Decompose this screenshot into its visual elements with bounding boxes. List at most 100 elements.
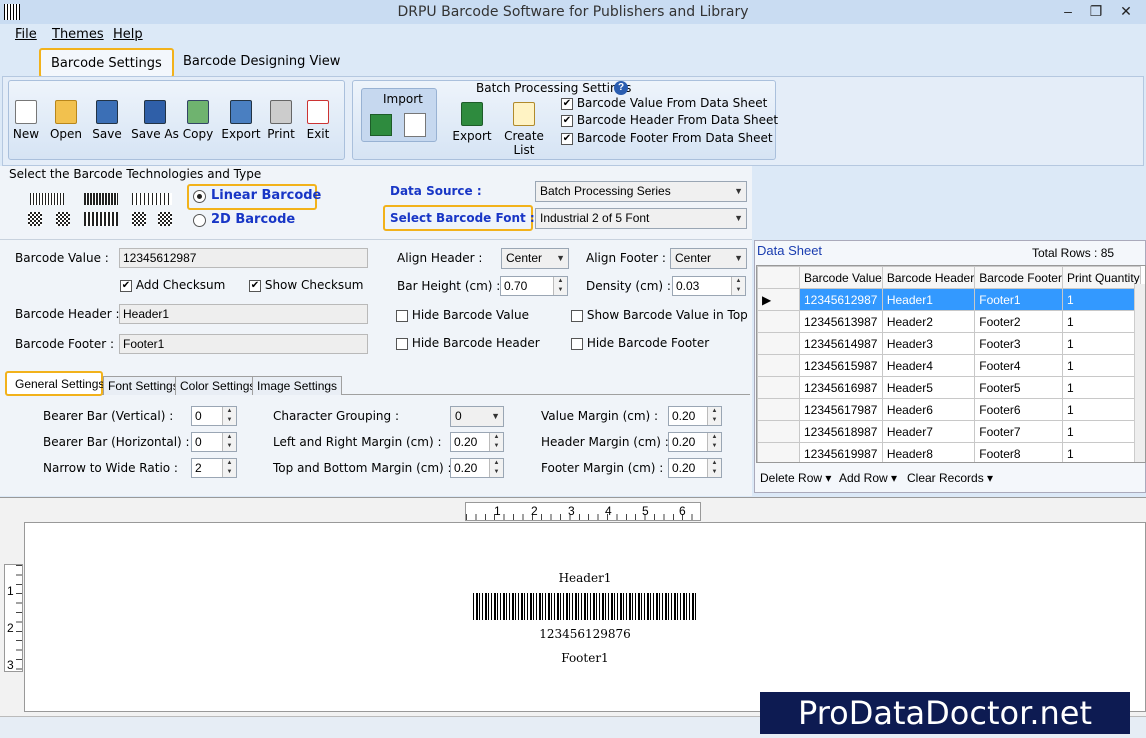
menu-help[interactable]: Help: [113, 27, 143, 42]
tab-image-settings[interactable]: Image Settings: [252, 376, 343, 395]
spin-arrows-icon: ▲ ▼: [553, 277, 567, 295]
hide-footer-checkbox[interactable]: Hide Barcode Footer: [571, 336, 709, 350]
grouping-select[interactable]: 0 ▼: [450, 406, 504, 427]
data-source-select[interactable]: Batch Processing Series ▼: [535, 181, 747, 202]
option-footer-from-sheet[interactable]: ✔ Barcode Footer From Data Sheet: [561, 131, 773, 145]
barcode-header-field[interactable]: Header1: [119, 304, 368, 324]
table-row[interactable]: 12345616987 Header5 Footer5 1: [757, 376, 1141, 399]
spin-arrows-icon: ▲ ▼: [707, 433, 721, 451]
radio-icon[interactable]: [193, 189, 206, 204]
save-as-button[interactable]: Save As: [131, 100, 179, 141]
column-header: Print Quantity: [1061, 266, 1141, 289]
save-button[interactable]: Save: [87, 100, 127, 141]
show-top-checkbox[interactable]: Show Barcode Value in Top: [571, 308, 748, 322]
align-header-label: Align Header :: [397, 251, 483, 265]
spin-arrows-icon: ▲ ▼: [222, 433, 236, 451]
help-icon[interactable]: ?: [614, 81, 628, 95]
option-header-from-sheet[interactable]: ✔ Barcode Header From Data Sheet: [561, 113, 778, 127]
barcode-value-field[interactable]: 12345612987: [119, 248, 368, 268]
barcode-footer-label: Barcode Footer :: [15, 337, 115, 351]
2d-barcode-radio[interactable]: [193, 213, 206, 228]
barcode-value-label: Barcode Value :: [15, 251, 109, 265]
print-icon: [270, 100, 292, 124]
menu-file[interactable]: File: [15, 27, 37, 42]
exit-button[interactable]: Exit: [298, 100, 338, 141]
table-row[interactable]: 12345615987 Header4 Footer4 1: [757, 354, 1141, 377]
exit-icon: [307, 100, 329, 124]
table-row[interactable]: ▶ 12345612987 Header1 Footer1 1: [757, 288, 1141, 311]
chevron-down-icon: ▼: [734, 186, 743, 196]
show-checksum-checkbox[interactable]: ✔ Show Checksum: [249, 278, 363, 292]
create-list-button[interactable]: Create List: [496, 102, 552, 157]
bearer-v-stepper[interactable]: 0 ▲ ▼: [191, 406, 237, 426]
lr-margin-stepper[interactable]: 0.20 ▲ ▼: [450, 432, 504, 452]
hide-header-checkbox[interactable]: Hide Barcode Header: [396, 336, 540, 350]
maximize-button[interactable]: ❐: [1082, 0, 1110, 22]
spin-arrows-icon: ▲ ▼: [489, 433, 503, 451]
lr-margin-label: Left and Right Margin (cm) :: [273, 435, 442, 449]
tb-margin-stepper[interactable]: 0.20 ▲ ▼: [450, 458, 504, 478]
menu-themes[interactable]: Themes: [52, 27, 104, 42]
batch-export-button[interactable]: Export: [452, 102, 492, 143]
checkbox-icon[interactable]: ✔: [561, 114, 573, 127]
ratio-label: Narrow to Wide Ratio :: [43, 461, 178, 475]
density-stepper[interactable]: 0.03 ▲ ▼: [672, 276, 746, 296]
total-rows: Total Rows : 85: [1032, 246, 1115, 260]
checkbox-icon[interactable]: ✔: [561, 132, 573, 145]
barcode-bars: [473, 593, 697, 620]
bar-height-stepper[interactable]: 0.70 ▲ ▼: [500, 276, 568, 296]
hide-value-checkbox[interactable]: Hide Barcode Value: [396, 308, 529, 322]
open-button[interactable]: Open: [46, 100, 86, 141]
close-button[interactable]: ✕: [1112, 0, 1140, 22]
header-margin-stepper[interactable]: 0.20 ▲ ▼: [668, 432, 722, 452]
table-row[interactable]: 12345618987 Header7 Footer7 1: [757, 420, 1141, 443]
minimize-button[interactable]: –: [1054, 0, 1082, 22]
vertical-ruler: 1 2 3: [4, 564, 23, 672]
export-button[interactable]: Export: [220, 100, 262, 141]
title-bar: DRPU Barcode Software for Publishers and…: [0, 0, 1146, 24]
tab-barcode-designing-view[interactable]: Barcode Designing View: [173, 48, 350, 78]
column-header: Barcode Value: [799, 266, 883, 289]
data-grid[interactable]: Barcode Value Barcode Header Barcode Foote…: [756, 265, 1146, 463]
tb-margin-label: Top and Bottom Margin (cm) :: [273, 461, 452, 475]
ratio-stepper[interactable]: 2 ▲ ▼: [191, 458, 237, 478]
delete-row-button[interactable]: Delete Row ▾: [760, 471, 831, 485]
table-row[interactable]: 12345617987 Header6 Footer6 1: [757, 398, 1141, 421]
barcode-font-select[interactable]: Industrial 2 of 5 Font ▼: [535, 208, 747, 229]
value-margin-label: Value Margin (cm) :: [541, 409, 659, 423]
bearer-h-stepper[interactable]: 0 ▲ ▼: [191, 432, 237, 452]
footer-margin-label: Footer Margin (cm) :: [541, 461, 664, 475]
row-header-corner: [757, 266, 800, 289]
footer-margin-stepper[interactable]: 0.20 ▲ ▼: [668, 458, 722, 478]
bearer-v-label: Bearer Bar (Vertical) :: [43, 409, 174, 423]
align-header-select[interactable]: Center ▼: [501, 248, 569, 269]
tab-barcode-settings[interactable]: Barcode Settings: [39, 48, 174, 78]
print-button[interactable]: Print: [261, 100, 301, 141]
checkbox-icon[interactable]: ✔: [561, 97, 573, 110]
value-margin-stepper[interactable]: 0.20 ▲ ▼: [668, 406, 722, 426]
add-checksum-checkbox[interactable]: ✔ Add Checksum: [120, 278, 225, 292]
new-button[interactable]: New: [6, 100, 46, 141]
table-row[interactable]: 12345613987 Header2 Footer2 1: [757, 310, 1141, 333]
qr-thumb-icon: [56, 212, 70, 226]
option-value-from-sheet[interactable]: ✔ Barcode Value From Data Sheet: [561, 96, 767, 110]
align-footer-select[interactable]: Center ▼: [670, 248, 747, 269]
barcode-footer-field[interactable]: Footer1: [119, 334, 368, 354]
clear-records-button[interactable]: Clear Records ▾: [907, 471, 993, 485]
tab-color-settings[interactable]: Color Settings: [175, 376, 261, 395]
import-title: Import: [383, 92, 423, 106]
grid-scrollbar[interactable]: [1134, 284, 1145, 462]
add-row-button[interactable]: Add Row ▾: [839, 471, 897, 485]
spin-arrows-icon: ▲ ▼: [707, 407, 721, 425]
import-excel-icon[interactable]: [370, 114, 392, 136]
table-row[interactable]: 12345619987 Header8 Footer8 1: [757, 442, 1141, 462]
header-margin-label: Header Margin (cm) :: [541, 435, 669, 449]
table-row[interactable]: 12345614987 Header3 Footer3 1: [757, 332, 1141, 355]
copy-button[interactable]: Copy: [178, 100, 218, 141]
preview-value: 123456129876: [539, 627, 631, 641]
chevron-down-icon: ▼: [556, 253, 565, 263]
open-folder-icon: [55, 100, 77, 124]
import-file-icon[interactable]: [404, 113, 426, 137]
barcode-thumb-icon: [132, 193, 172, 205]
tab-font-settings[interactable]: Font Settings: [103, 376, 184, 395]
